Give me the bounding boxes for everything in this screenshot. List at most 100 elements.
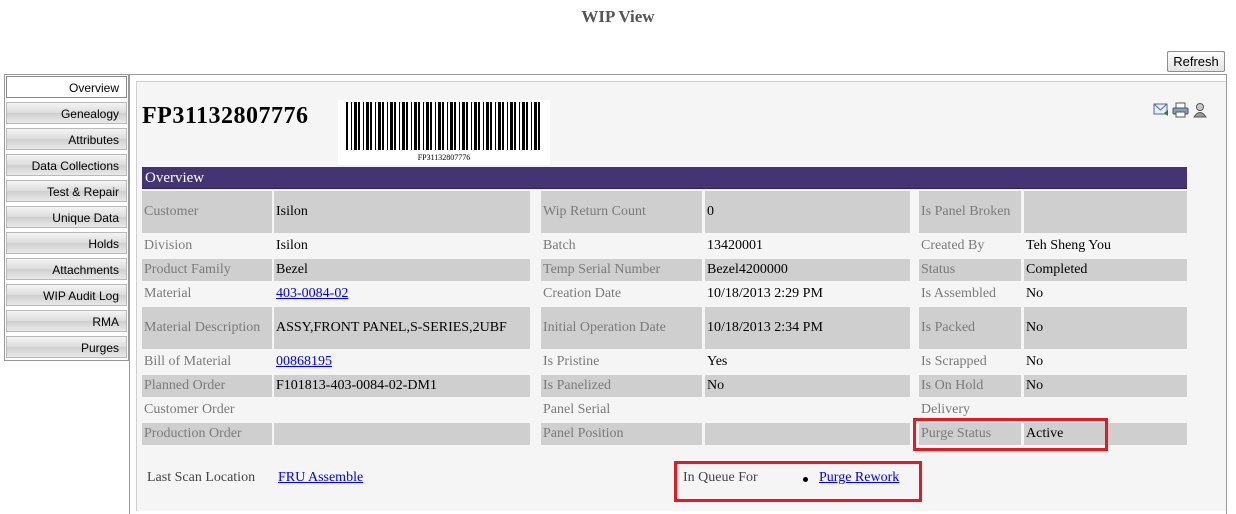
barcode-bar: [522, 102, 525, 150]
field-label: Is Panelized: [541, 375, 694, 397]
barcode-bar: [358, 102, 360, 150]
cell-spacer: [266, 191, 272, 233]
barcode-bar: [418, 102, 420, 150]
field-label: Is Panel Broken: [919, 191, 1013, 233]
field-value-bom-cell: 00868195: [274, 352, 530, 372]
cell-spacer: [266, 375, 272, 397]
field-value-is-panel-broken: [1024, 191, 1187, 233]
sidebar-item-unique-data[interactable]: Unique Data: [6, 206, 127, 228]
barcode-bar: [466, 102, 468, 150]
sidebar-item-purges[interactable]: Purges: [6, 336, 127, 358]
barcode-bar: [526, 102, 528, 150]
field-value-temp-serial-number: Bezel4200000: [705, 259, 910, 281]
barcode-bar: [462, 102, 465, 150]
barcode-bar: [538, 102, 540, 150]
sidebar-item-data-collections[interactable]: Data Collections: [6, 154, 127, 176]
cell-spacer: [1013, 191, 1021, 233]
purge-status-highlight: [913, 418, 1108, 451]
field-label: Panel Serial: [543, 402, 611, 417]
field-value-initial-operation-date: 10/18/2013 2:34 PM: [705, 307, 910, 349]
barcode-bar: [474, 102, 477, 150]
sidebar-item-holds[interactable]: Holds: [6, 232, 127, 254]
barcode-bar: [394, 102, 396, 150]
barcode-bar: [402, 102, 405, 150]
refresh-button[interactable]: Refresh: [1167, 51, 1225, 72]
cell-spacer: [694, 307, 702, 349]
barcode-bar: [502, 102, 504, 150]
field-label: Is Packed: [919, 307, 1013, 349]
field-label: Planned Order: [142, 375, 266, 397]
last-scan-label: Last Scan Location: [147, 470, 256, 485]
barcode-bar: [495, 102, 496, 150]
barcode-bar: [363, 102, 364, 150]
print-icon[interactable]: [1172, 102, 1189, 123]
cell-spacer: [266, 423, 272, 445]
field-value-creation-date: 10/18/2013 2:29 PM: [707, 286, 823, 301]
field-label: Delivery: [921, 402, 970, 417]
field-value-status: Completed: [1024, 259, 1187, 281]
field-value-product-family: Bezel: [274, 259, 530, 281]
field-value-wip-return-count: 0: [705, 191, 910, 233]
field-label: Initial Operation Date: [541, 307, 694, 349]
barcode-bar: [354, 102, 357, 150]
field-value-panel-position: [705, 423, 910, 445]
cell-spacer: [694, 259, 702, 281]
cell-spacer: [694, 191, 702, 233]
cell-spacer: [694, 423, 702, 445]
barcode-bar: [366, 102, 369, 150]
barcode-bar: [382, 102, 384, 150]
barcode-bar: [370, 102, 372, 150]
barcode-bar: [346, 102, 348, 150]
cell-spacer: [1013, 307, 1021, 349]
cell-spacer: [266, 307, 272, 349]
email-icon[interactable]: [1153, 102, 1170, 121]
field-value-is-pristine: Yes: [707, 354, 728, 369]
user-icon[interactable]: [1192, 102, 1208, 123]
barcode-bar: [426, 102, 429, 150]
barcode-bar: [471, 102, 472, 150]
field-label: Is Scrapped: [921, 354, 987, 369]
field-value-panel-serial: [705, 400, 910, 420]
barcode-bar: [514, 102, 516, 150]
sidebar-item-attributes[interactable]: Attributes: [6, 128, 127, 150]
barcode-bar: [454, 102, 456, 150]
field-label: Material Description: [142, 307, 266, 349]
sidebar-item-attachments[interactable]: Attachments: [6, 258, 127, 280]
sidebar-item-rma[interactable]: RMA: [6, 310, 127, 332]
field-label: Division: [144, 238, 193, 253]
field-label: Customer Order: [144, 402, 235, 417]
serial-number: FP31132807776: [142, 103, 309, 129]
barcode-bar: [435, 102, 436, 150]
field-label: Is Pristine: [543, 354, 600, 369]
field-value-is-packed: No: [1024, 307, 1187, 349]
field-label: Production Order: [142, 423, 266, 445]
field-label: Panel Position: [541, 423, 694, 445]
barcode-bar: [351, 102, 352, 150]
field-label: Customer: [142, 191, 266, 233]
last-scan-location-link[interactable]: FRU Assemble: [278, 470, 363, 486]
barcode-bar: [507, 102, 508, 150]
bill-of-material-link[interactable]: 00868195: [276, 353, 332, 371]
field-label: Is Assembled: [921, 286, 997, 301]
field-label: Bill of Material: [144, 354, 232, 369]
cell-spacer: [694, 375, 702, 397]
sidebar-item-overview[interactable]: Overview: [6, 76, 127, 98]
cell-spacer: [1013, 375, 1021, 397]
barcode-bar: [450, 102, 453, 150]
field-value-batch: 13420001: [707, 238, 763, 253]
material-link[interactable]: 403-0084-02: [276, 285, 348, 303]
sidebar-item-wip-audit-log[interactable]: WIP Audit Log: [6, 284, 127, 306]
field-value-planned-order: F101813-403-0084-02-DM1: [274, 375, 530, 397]
sidebar-nav: Overview Genealogy Attributes Data Colle…: [4, 74, 129, 361]
barcode-bar: [442, 102, 444, 150]
field-value-is-panelized: No: [705, 375, 910, 397]
barcode-bar: [411, 102, 412, 150]
barcode-bar: [414, 102, 417, 150]
barcode-bar: [531, 102, 532, 150]
field-value-is-scrapped: No: [1026, 354, 1044, 369]
sidebar-item-test-repair[interactable]: Test & Repair: [6, 180, 127, 202]
barcode-bar: [459, 102, 460, 150]
sidebar-item-genealogy[interactable]: Genealogy: [6, 102, 127, 124]
field-value-customer-order: [274, 400, 530, 420]
barcode-bar: [534, 102, 537, 150]
